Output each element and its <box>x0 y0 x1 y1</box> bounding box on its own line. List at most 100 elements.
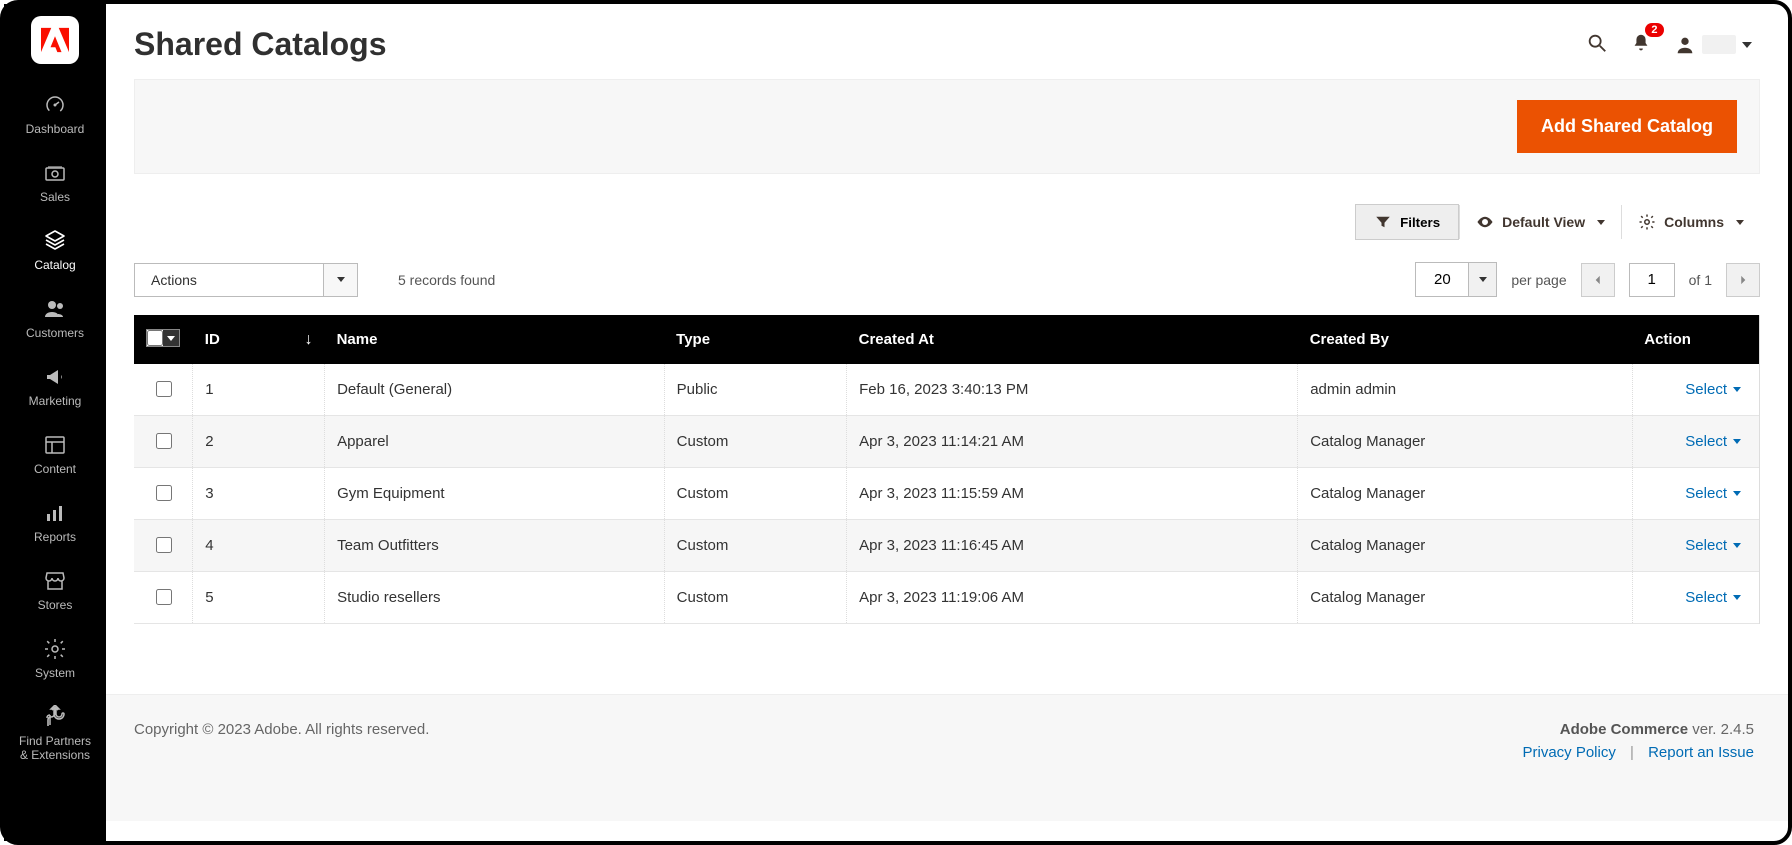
sidebar-item-system[interactable]: System <box>4 626 106 694</box>
table-row: 3Gym EquipmentCustomApr 3, 2023 11:15:59… <box>134 468 1759 520</box>
table-row: 4Team OutfittersCustomApr 3, 2023 11:16:… <box>134 520 1759 572</box>
catalog-icon <box>4 228 106 254</box>
sort-desc-icon: ↓ <box>305 331 313 349</box>
cell-name: Gym Equipment <box>325 468 665 520</box>
prev-page-button[interactable] <box>1581 263 1615 297</box>
filters-button[interactable]: Filters <box>1355 204 1459 240</box>
page-input[interactable] <box>1629 263 1675 297</box>
sidebar-item-reports[interactable]: Reports <box>4 490 106 558</box>
row-action-select[interactable]: Select <box>1685 485 1741 502</box>
sidebar-item-stores[interactable]: Stores <box>4 558 106 626</box>
cell-id: 5 <box>193 572 325 624</box>
sidebar-item-partners[interactable]: Find Partners & Extensions <box>4 694 106 776</box>
cell-created-at: Feb 16, 2023 3:40:13 PM <box>847 364 1298 416</box>
content-icon <box>4 432 106 458</box>
cell-name: Default (General) <box>325 364 665 416</box>
chevron-down-icon[interactable] <box>163 330 179 346</box>
cell-created-at: Apr 3, 2023 11:15:59 AM <box>847 468 1298 520</box>
row-action-select[interactable]: Select <box>1685 433 1741 450</box>
sidebar: Dashboard Sales Catalog Customers Market… <box>4 4 106 841</box>
table-row: 2ApparelCustomApr 3, 2023 11:14:21 AMCat… <box>134 416 1759 468</box>
partners-icon <box>4 704 106 730</box>
sidebar-item-customers[interactable]: Customers <box>4 286 106 354</box>
select-all-checkbox[interactable] <box>147 330 163 346</box>
column-header-id[interactable]: ID↓ <box>193 315 325 364</box>
row-checkbox[interactable] <box>156 381 172 397</box>
cell-created-at: Apr 3, 2023 11:16:45 AM <box>847 520 1298 572</box>
sidebar-item-dashboard[interactable]: Dashboard <box>4 82 106 150</box>
cell-id: 4 <box>193 520 325 572</box>
sidebar-item-catalog[interactable]: Catalog <box>4 218 106 286</box>
notifications-badge: 2 <box>1645 23 1663 37</box>
records-count: 5 records found <box>398 272 495 288</box>
cell-name: Studio resellers <box>325 572 665 624</box>
system-icon <box>4 636 106 662</box>
sidebar-item-content[interactable]: Content <box>4 422 106 490</box>
cell-created-by: Catalog Manager <box>1298 468 1633 520</box>
page-of-label: of 1 <box>1689 272 1712 288</box>
cell-name: Apparel <box>325 416 665 468</box>
sidebar-item-sales[interactable]: Sales <box>4 150 106 218</box>
page-title: Shared Catalogs <box>134 26 387 63</box>
cell-created-by: Catalog Manager <box>1298 520 1633 572</box>
chevron-down-icon[interactable] <box>1469 262 1497 297</box>
column-header-created-at[interactable]: Created At <box>847 315 1298 364</box>
shared-catalogs-table: ID↓ Name Type Created At Created By Acti… <box>134 315 1759 624</box>
column-header-select[interactable] <box>134 315 193 364</box>
stores-icon <box>4 568 106 594</box>
row-checkbox[interactable] <box>156 537 172 553</box>
sales-icon <box>4 160 106 186</box>
cell-type: Custom <box>664 416 846 468</box>
cell-created-at: Apr 3, 2023 11:14:21 AM <box>847 416 1298 468</box>
eye-icon <box>1476 213 1494 231</box>
row-checkbox[interactable] <box>156 433 172 449</box>
per-page-label: per page <box>1511 272 1566 288</box>
chevron-down-icon[interactable] <box>324 263 358 297</box>
account-menu[interactable] <box>1674 34 1752 56</box>
customers-icon <box>4 296 106 322</box>
cell-id: 1 <box>193 364 325 416</box>
columns-button[interactable]: Columns <box>1621 205 1760 239</box>
logo[interactable] <box>31 16 79 64</box>
search-button[interactable] <box>1586 32 1608 57</box>
row-action-select[interactable]: Select <box>1685 537 1741 554</box>
cell-created-by: Catalog Manager <box>1298 416 1633 468</box>
gear-icon <box>1638 213 1656 231</box>
chevron-down-icon <box>1597 220 1605 225</box>
row-checkbox[interactable] <box>156 589 172 605</box>
user-icon <box>1674 34 1696 56</box>
row-checkbox[interactable] <box>156 485 172 501</box>
cell-id: 2 <box>193 416 325 468</box>
chevron-down-icon <box>1742 42 1752 48</box>
action-bar: Add Shared Catalog <box>134 79 1760 174</box>
add-shared-catalog-button[interactable]: Add Shared Catalog <box>1517 100 1737 153</box>
search-icon <box>1586 32 1608 54</box>
notifications-button[interactable]: 2 <box>1630 32 1652 57</box>
product-version: Adobe Commerce ver. 2.4.5 <box>1522 721 1754 738</box>
chevron-down-icon <box>1736 220 1744 225</box>
cell-created-at: Apr 3, 2023 11:19:06 AM <box>847 572 1298 624</box>
cell-id: 3 <box>193 468 325 520</box>
row-action-select[interactable]: Select <box>1685 589 1741 606</box>
copyright: Copyright © 2023 Adobe. All rights reser… <box>134 721 429 738</box>
actions-dropdown[interactable]: Actions <box>134 263 358 297</box>
sidebar-item-marketing[interactable]: Marketing <box>4 354 106 422</box>
page-size-select[interactable] <box>1415 262 1497 297</box>
next-page-button[interactable] <box>1726 263 1760 297</box>
reports-icon <box>4 500 106 526</box>
column-header-type[interactable]: Type <box>664 315 846 364</box>
row-action-select[interactable]: Select <box>1685 381 1741 398</box>
default-view-button[interactable]: Default View <box>1459 205 1621 239</box>
cell-type: Public <box>664 364 846 416</box>
table-row: 5Studio resellersCustomApr 3, 2023 11:19… <box>134 572 1759 624</box>
privacy-policy-link[interactable]: Privacy Policy <box>1522 744 1615 761</box>
page-size-input[interactable] <box>1415 262 1469 297</box>
cell-type: Custom <box>664 520 846 572</box>
cell-type: Custom <box>664 468 846 520</box>
cell-type: Custom <box>664 572 846 624</box>
report-issue-link[interactable]: Report an Issue <box>1648 744 1754 761</box>
column-header-name[interactable]: Name <box>325 315 665 364</box>
table-row: 1Default (General)PublicFeb 16, 2023 3:4… <box>134 364 1759 416</box>
user-name <box>1702 35 1736 54</box>
column-header-created-by[interactable]: Created By <box>1298 315 1633 364</box>
